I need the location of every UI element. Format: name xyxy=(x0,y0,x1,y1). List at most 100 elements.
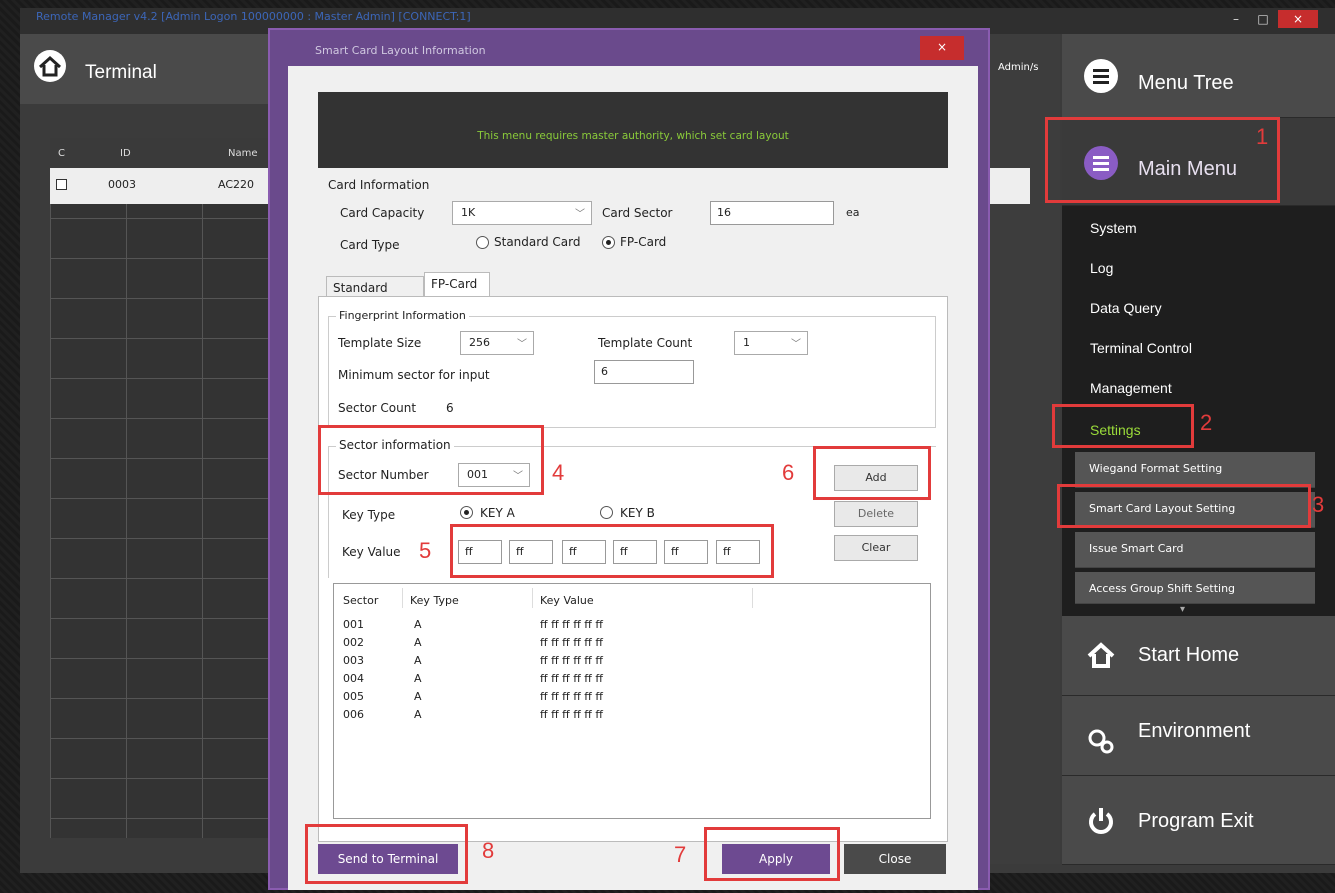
row-key-value: ff ff ff ff ff ff xyxy=(540,708,603,721)
annotation-box-6 xyxy=(813,446,931,500)
row-key-type: A xyxy=(414,636,422,649)
row-key-value: ff ff ff ff ff ff xyxy=(540,618,603,631)
environment-button[interactable]: Environment xyxy=(1062,696,1335,776)
row-key-type: A xyxy=(414,690,422,703)
row-name: AC220 xyxy=(218,178,255,191)
template-size-label: Template Size xyxy=(338,336,422,350)
row-key-value: ff ff ff ff ff ff xyxy=(540,654,603,667)
card-type-standard-radio[interactable] xyxy=(476,236,489,249)
card-sector-unit: ea xyxy=(846,206,860,219)
dialog-title: Smart Card Layout Information xyxy=(315,44,486,57)
submenu-access-group-shift[interactable]: Access Group Shift Setting xyxy=(1075,572,1315,604)
row-key-type: A xyxy=(414,708,422,721)
list-header-divider xyxy=(752,588,753,608)
power-icon xyxy=(1084,804,1118,838)
row-key-value: ff ff ff ff ff ff xyxy=(540,636,603,649)
row-id: 0003 xyxy=(108,178,136,191)
sidebar-item-log[interactable]: Log xyxy=(1062,250,1335,290)
delete-button[interactable]: Delete xyxy=(834,501,918,527)
close-button[interactable]: Close xyxy=(844,844,946,874)
maximize-icon[interactable]: □ xyxy=(1252,10,1274,28)
card-capacity-label: Card Capacity xyxy=(340,206,425,220)
clear-button[interactable]: Clear xyxy=(834,535,918,561)
card-sector-input[interactable]: 16 xyxy=(710,201,834,225)
card-sector-label: Card Sector xyxy=(602,206,673,220)
window-close-button[interactable]: × xyxy=(1278,10,1318,28)
sector-count-value: 6 xyxy=(446,401,454,415)
template-count-value: 1 xyxy=(743,336,750,349)
list-header-key-value: Key Value xyxy=(540,594,594,607)
fingerprint-heading: Fingerprint Information xyxy=(336,309,469,322)
sector-list[interactable]: Sector Key Type Key Value 001 A ff ff ff… xyxy=(333,583,931,819)
grid-header: C ID Name xyxy=(50,138,270,168)
card-capacity-select[interactable]: 1K ﹀ xyxy=(452,201,592,225)
row-checkbox[interactable] xyxy=(56,179,67,190)
key-b-radio[interactable] xyxy=(600,506,613,519)
min-sector-input[interactable]: 6 xyxy=(594,360,694,384)
minimize-icon[interactable]: – xyxy=(1225,10,1247,28)
submenu-issue-smart-card[interactable]: Issue Smart Card xyxy=(1075,532,1315,568)
min-sector-label: Minimum sector for input xyxy=(338,368,490,382)
gears-icon xyxy=(1084,724,1118,758)
list-icon xyxy=(1084,59,1118,93)
annotation-number-3: 3 xyxy=(1312,492,1325,517)
card-type-fp-label: FP-Card xyxy=(620,235,667,249)
sidebar-item-system[interactable]: System xyxy=(1062,210,1335,250)
card-type-label: Card Type xyxy=(340,238,400,252)
admin-column-label: Admin/s xyxy=(998,62,1039,73)
annotation-number-5: 5 xyxy=(419,538,432,563)
page-title: Terminal xyxy=(85,62,157,83)
card-type-fp-radio[interactable] xyxy=(602,236,615,249)
annotation-box-4 xyxy=(318,425,544,495)
row-sector: 006 xyxy=(343,708,364,721)
home-icon[interactable] xyxy=(34,50,66,82)
chevron-down-icon: ﹀ xyxy=(575,209,585,220)
annotation-number-4: 4 xyxy=(552,460,565,485)
list-header-sector: Sector xyxy=(343,594,379,607)
row-key-value: ff ff ff ff ff ff xyxy=(540,690,603,703)
table-row[interactable]: 0003 AC220 xyxy=(50,168,270,204)
col-name: Name xyxy=(228,148,258,159)
authority-banner: This menu requires master authority, whi… xyxy=(318,92,948,168)
submenu-wiegand-format[interactable]: Wiegand Format Setting xyxy=(1075,452,1315,488)
tab-standard-card[interactable]: Standard Card xyxy=(326,276,424,309)
menu-tree-label: Menu Tree xyxy=(1138,72,1234,94)
row-overflow-cell xyxy=(990,168,1030,204)
card-info-heading: Card Information xyxy=(328,178,430,192)
annotation-number-1: 1 xyxy=(1256,124,1269,149)
row-sector: 003 xyxy=(343,654,364,667)
annotation-box-5 xyxy=(450,524,774,578)
annotation-box-2 xyxy=(1052,404,1194,448)
key-b-label: KEY B xyxy=(620,506,655,520)
row-key-type: A xyxy=(414,618,422,631)
menu-tree-button[interactable]: Menu Tree xyxy=(1062,34,1335,118)
list-header-key-type: Key Type xyxy=(410,594,459,607)
annotation-number-8: 8 xyxy=(482,838,495,863)
start-home-label: Start Home xyxy=(1138,644,1240,666)
program-exit-button[interactable]: Program Exit xyxy=(1062,776,1335,865)
annotation-box-8 xyxy=(305,824,468,884)
terminal-grid xyxy=(50,138,270,838)
card-type-standard-label: Standard Card xyxy=(494,235,581,249)
row-key-value: ff ff ff ff ff ff xyxy=(540,672,603,685)
row-sector: 005 xyxy=(343,690,364,703)
row-key-type: A xyxy=(414,672,422,685)
tab-fp-card[interactable]: FP-Card xyxy=(424,272,490,298)
sector-count-label: Sector Count xyxy=(338,401,417,415)
window-title: Remote Manager v4.2 [Admin Logon 1000000… xyxy=(36,10,471,23)
template-count-select[interactable]: 1 ﹀ xyxy=(734,331,808,355)
row-sector: 001 xyxy=(343,618,364,631)
start-home-button[interactable]: Start Home xyxy=(1062,616,1335,696)
annotation-number-7: 7 xyxy=(674,842,687,867)
dialog-close-button[interactable]: × xyxy=(920,36,964,60)
key-a-radio[interactable] xyxy=(460,506,473,519)
scroll-down-icon[interactable]: ▾ xyxy=(1180,604,1185,615)
col-check: C xyxy=(58,148,65,159)
template-size-select[interactable]: 256 ﹀ xyxy=(460,331,534,355)
key-a-label: KEY A xyxy=(480,506,515,520)
sidebar-item-data-query[interactable]: Data Query xyxy=(1062,290,1335,330)
annotation-box-1 xyxy=(1045,117,1280,203)
sidebar-item-terminal-control[interactable]: Terminal Control xyxy=(1062,330,1335,370)
row-key-type: A xyxy=(414,654,422,667)
annotation-box-7 xyxy=(704,827,840,881)
